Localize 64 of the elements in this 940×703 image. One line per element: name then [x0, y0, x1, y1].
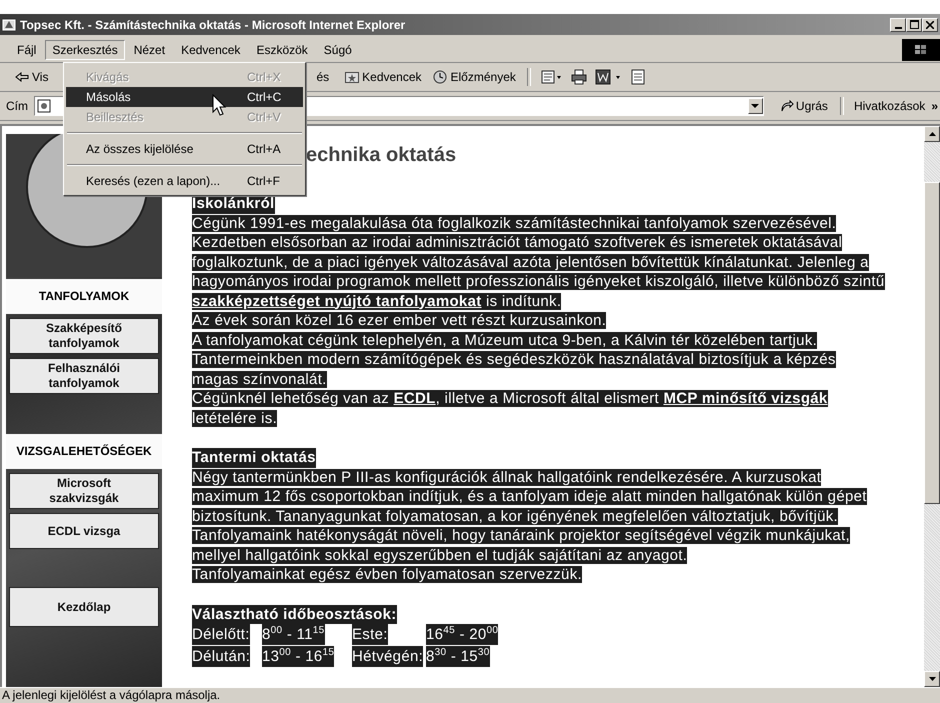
toolbar-button[interactable]: és — [313, 70, 332, 84]
dropdown-button[interactable] — [748, 98, 763, 114]
section-heading: Választható időbeosztások: — [192, 604, 397, 624]
star-folder-icon — [345, 71, 360, 83]
section-heading: Tantermi oktatás — [192, 448, 316, 468]
caret-icon — [751, 104, 760, 108]
sidebar-heading: VIZSGALEHETŐSÉGEK — [6, 434, 162, 469]
menu-item[interactable]: Szerkesztés — [45, 40, 125, 60]
close-button[interactable] — [922, 18, 938, 32]
maximize-button[interactable] — [906, 18, 922, 32]
printer-icon[interactable] — [570, 69, 587, 85]
schedule-text: Délelőtt: — [192, 624, 250, 645]
close-icon — [926, 20, 934, 28]
address-label: Cím — [6, 99, 29, 113]
scroll-down-button[interactable] — [924, 671, 940, 687]
menu-item[interactable]: Súgó — [316, 40, 359, 60]
browser-icon — [2, 18, 16, 32]
menu-item[interactable]: Keresés (ezen a lapon)... Ctrl+F — [66, 171, 303, 191]
toolbar-button[interactable]: Vis — [12, 70, 52, 84]
up-arrow-icon — [928, 132, 936, 136]
page-icon[interactable] — [630, 69, 645, 85]
schedule-text: Délután: — [192, 646, 250, 667]
menu-item[interactable]: Kedvencek — [174, 40, 248, 60]
word-document-icon[interactable] — [594, 69, 623, 85]
links-button[interactable]: Hivatkozások — [852, 99, 928, 113]
schedule-text: 16$^{45}$ - 20$^{00}$ — [426, 624, 498, 645]
sidebar-link[interactable]: ECDL vizsga — [9, 513, 159, 549]
menu-item[interactable]: Eszközök — [249, 40, 315, 60]
mail-icon[interactable] — [540, 69, 563, 85]
text-link[interactable]: ECDL — [394, 390, 436, 407]
sidebar-link[interactable]: Felhasználói tanfolyamok — [9, 358, 159, 394]
home-link[interactable]: Kezdőlap — [9, 587, 159, 627]
toolbar-button[interactable]: Előzmények — [428, 70, 519, 84]
history-globe-icon — [432, 70, 448, 84]
schedule-text: 13$^{00}$ - 16$^{15}$ — [262, 646, 334, 667]
sidebar-link[interactable]: Microsoft szakvizsgák — [9, 473, 159, 509]
status-bar: A jelenlegi kijelölést a vágólapra másolja. — [0, 687, 940, 703]
menu-item[interactable]: Fájl — [10, 40, 44, 60]
page-heading: echnika oktatás — [306, 146, 456, 168]
scroll-up-button[interactable] — [924, 126, 940, 142]
window-title: Topsec Kft. - Számítástechnika oktatás - Microsoft Internet Explorer — [20, 18, 406, 32]
scrollbar-thumb[interactable] — [924, 182, 940, 504]
maximize-icon — [910, 20, 918, 29]
back-arrow-icon — [15, 72, 29, 82]
text-link[interactable]: MCP minősítő vizsgák — [663, 390, 828, 407]
go-button[interactable]: Ugrás — [776, 99, 832, 113]
minimize-button[interactable] — [890, 18, 906, 32]
down-arrow-icon — [928, 677, 936, 681]
go-arrow-icon — [780, 100, 794, 112]
schedule-text: Hétvégén: — [352, 646, 424, 667]
schedule-text: Este: — [352, 624, 388, 645]
menu-item[interactable]: Nézet — [126, 40, 172, 60]
more-button[interactable]: » — [931, 99, 940, 113]
schedule-text: 8$^{30}$ - 15$^{30}$ — [426, 646, 490, 667]
schedule-text: 8$^{00}$ - 11$^{15}$ — [262, 624, 325, 645]
minimize-icon — [894, 26, 902, 28]
toolbar-button[interactable]: Kedvencek — [342, 70, 425, 84]
sidebar-link[interactable]: Szakképesítő tanfolyamok — [9, 318, 159, 354]
menu-item[interactable]: Másolás Ctrl+C — [66, 87, 303, 107]
mouse-pointer-icon — [212, 94, 228, 118]
page-icon — [37, 99, 51, 113]
text-link[interactable]: szakképzettséget nyújtó tanfolyamokat — [192, 292, 482, 310]
menu-item[interactable]: Az összes kijelölése Ctrl+A — [66, 139, 303, 159]
sidebar-heading: TANFOLYAMOK — [6, 279, 162, 314]
